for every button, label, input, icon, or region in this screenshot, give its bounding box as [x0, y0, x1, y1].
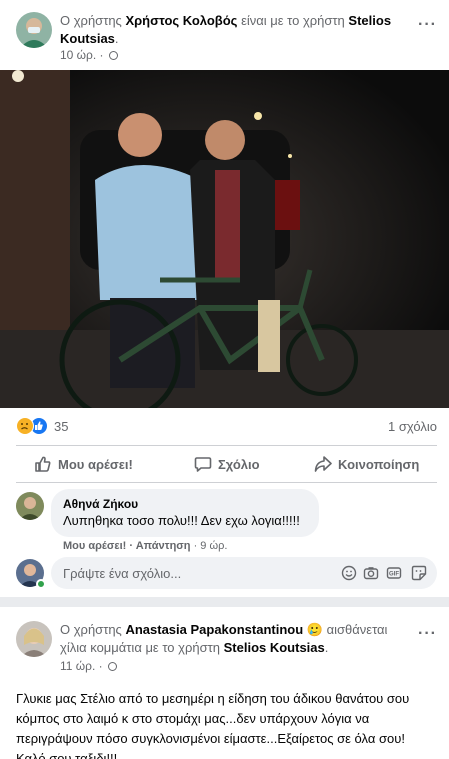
header-prefix: Ο χρήστης — [60, 13, 122, 28]
author-avatar[interactable] — [16, 621, 52, 657]
post-photo[interactable] — [0, 70, 449, 408]
more-options-button[interactable]: ··· — [418, 17, 437, 33]
emoji-icon[interactable] — [341, 565, 357, 581]
post-card: Ο χρήστης Χρήστος Κολοβός είναι με το χρ… — [0, 0, 449, 597]
reaction-stats: 35 1 σχόλιο — [16, 414, 437, 440]
post-meta: 11 ώρ. · — [60, 659, 117, 673]
comment-actions: Μου αρέσει! · Απάντηση · 9 ώρ. — [63, 540, 227, 552]
comment-reply-link[interactable]: Απάντηση — [136, 540, 191, 552]
share-label: Κοινοποίηση — [338, 456, 420, 472]
post-meta: 10 ώρ. · — [60, 48, 118, 62]
feeling-emoji: 🥲 — [306, 622, 323, 637]
author-name-link[interactable]: Χρήστος Κολοβός — [125, 13, 237, 28]
header-prefix: Ο χρήστης — [60, 622, 122, 637]
reaction-count[interactable]: 35 — [54, 419, 68, 434]
comment-like-link[interactable]: Μου αρέσει! — [63, 540, 126, 552]
post-card: Ο χρήστης Anastasia Papakonstantinou 🥲 α… — [0, 607, 449, 759]
comment-text: Λυπηθηκα τοσο πολυ!!! Δεν εχω λογια!!!!! — [63, 513, 300, 528]
svg-text:GIF: GIF — [389, 572, 399, 578]
comment-composer: GIF — [51, 557, 437, 589]
thumbs-up-icon — [35, 456, 51, 472]
post-header-text: Ο χρήστης Χρήστος Κολοβός είναι με το χρ… — [60, 12, 407, 48]
post-time-link[interactable]: 11 ώρ. · — [60, 659, 103, 673]
comment-icon — [194, 457, 212, 472]
share-button[interactable]: Κοινοποίηση — [314, 447, 419, 481]
globe-icon — [108, 51, 118, 60]
comment-input[interactable] — [63, 557, 323, 589]
post-time-link[interactable]: 10 ώρ. · — [60, 48, 104, 62]
comment-time-link[interactable]: · 9 ώρ. — [191, 540, 228, 552]
gif-icon[interactable]: GIF — [386, 565, 402, 581]
header-suffix: . — [114, 31, 119, 46]
sticker-icon[interactable] — [411, 565, 427, 581]
post-actions: Μου αρέσει! Σχόλιο Κοινοποίηση — [16, 447, 437, 481]
header-middle: είναι με το χρήστη — [241, 13, 345, 28]
camera-icon[interactable] — [363, 565, 379, 581]
post-header-text: Ο χρήστης Anastasia Papakonstantinou 🥲 α… — [60, 621, 407, 657]
sad-icon — [16, 417, 34, 435]
globe-icon — [108, 662, 117, 671]
share-icon — [314, 456, 332, 472]
post-header: Ο χρήστης Χρήστος Κολοβός είναι με το χρ… — [16, 10, 437, 62]
like-button[interactable]: Μου αρέσει! — [34, 447, 133, 481]
author-name-link[interactable]: Anastasia Papakonstantinou — [125, 622, 303, 637]
divider — [16, 482, 437, 483]
author-avatar[interactable] — [16, 12, 52, 48]
post-header: Ο χρήστης Anastasia Papakonstantinou 🥲 α… — [16, 619, 437, 673]
comment-bubble: Αθηνά Ζήκου Λυπηθηκα τοσο πολυ!!! Δεν εχ… — [51, 489, 319, 537]
separator: · — [126, 540, 136, 552]
commenter-avatar[interactable] — [16, 492, 44, 520]
online-status-dot — [36, 579, 46, 589]
comment-button[interactable]: Σχόλιο — [194, 447, 260, 481]
comment-label: Σχόλιο — [218, 456, 260, 472]
header-suffix: . — [324, 640, 329, 655]
comment-count-link[interactable]: 1 σχόλιο — [388, 419, 437, 434]
divider — [16, 445, 437, 446]
reaction-icons[interactable] — [16, 417, 50, 435]
like-label: Μου αρέσει! — [58, 456, 133, 472]
more-options-button[interactable]: ··· — [418, 626, 437, 642]
post-text: Γλυκιε μας Στέλιο από το μεσημέρι η είδη… — [16, 691, 410, 759]
comment-author-link[interactable]: Αθηνά Ζήκου — [63, 496, 307, 512]
tagged-user-link[interactable]: Stelios Koutsias — [224, 640, 325, 655]
